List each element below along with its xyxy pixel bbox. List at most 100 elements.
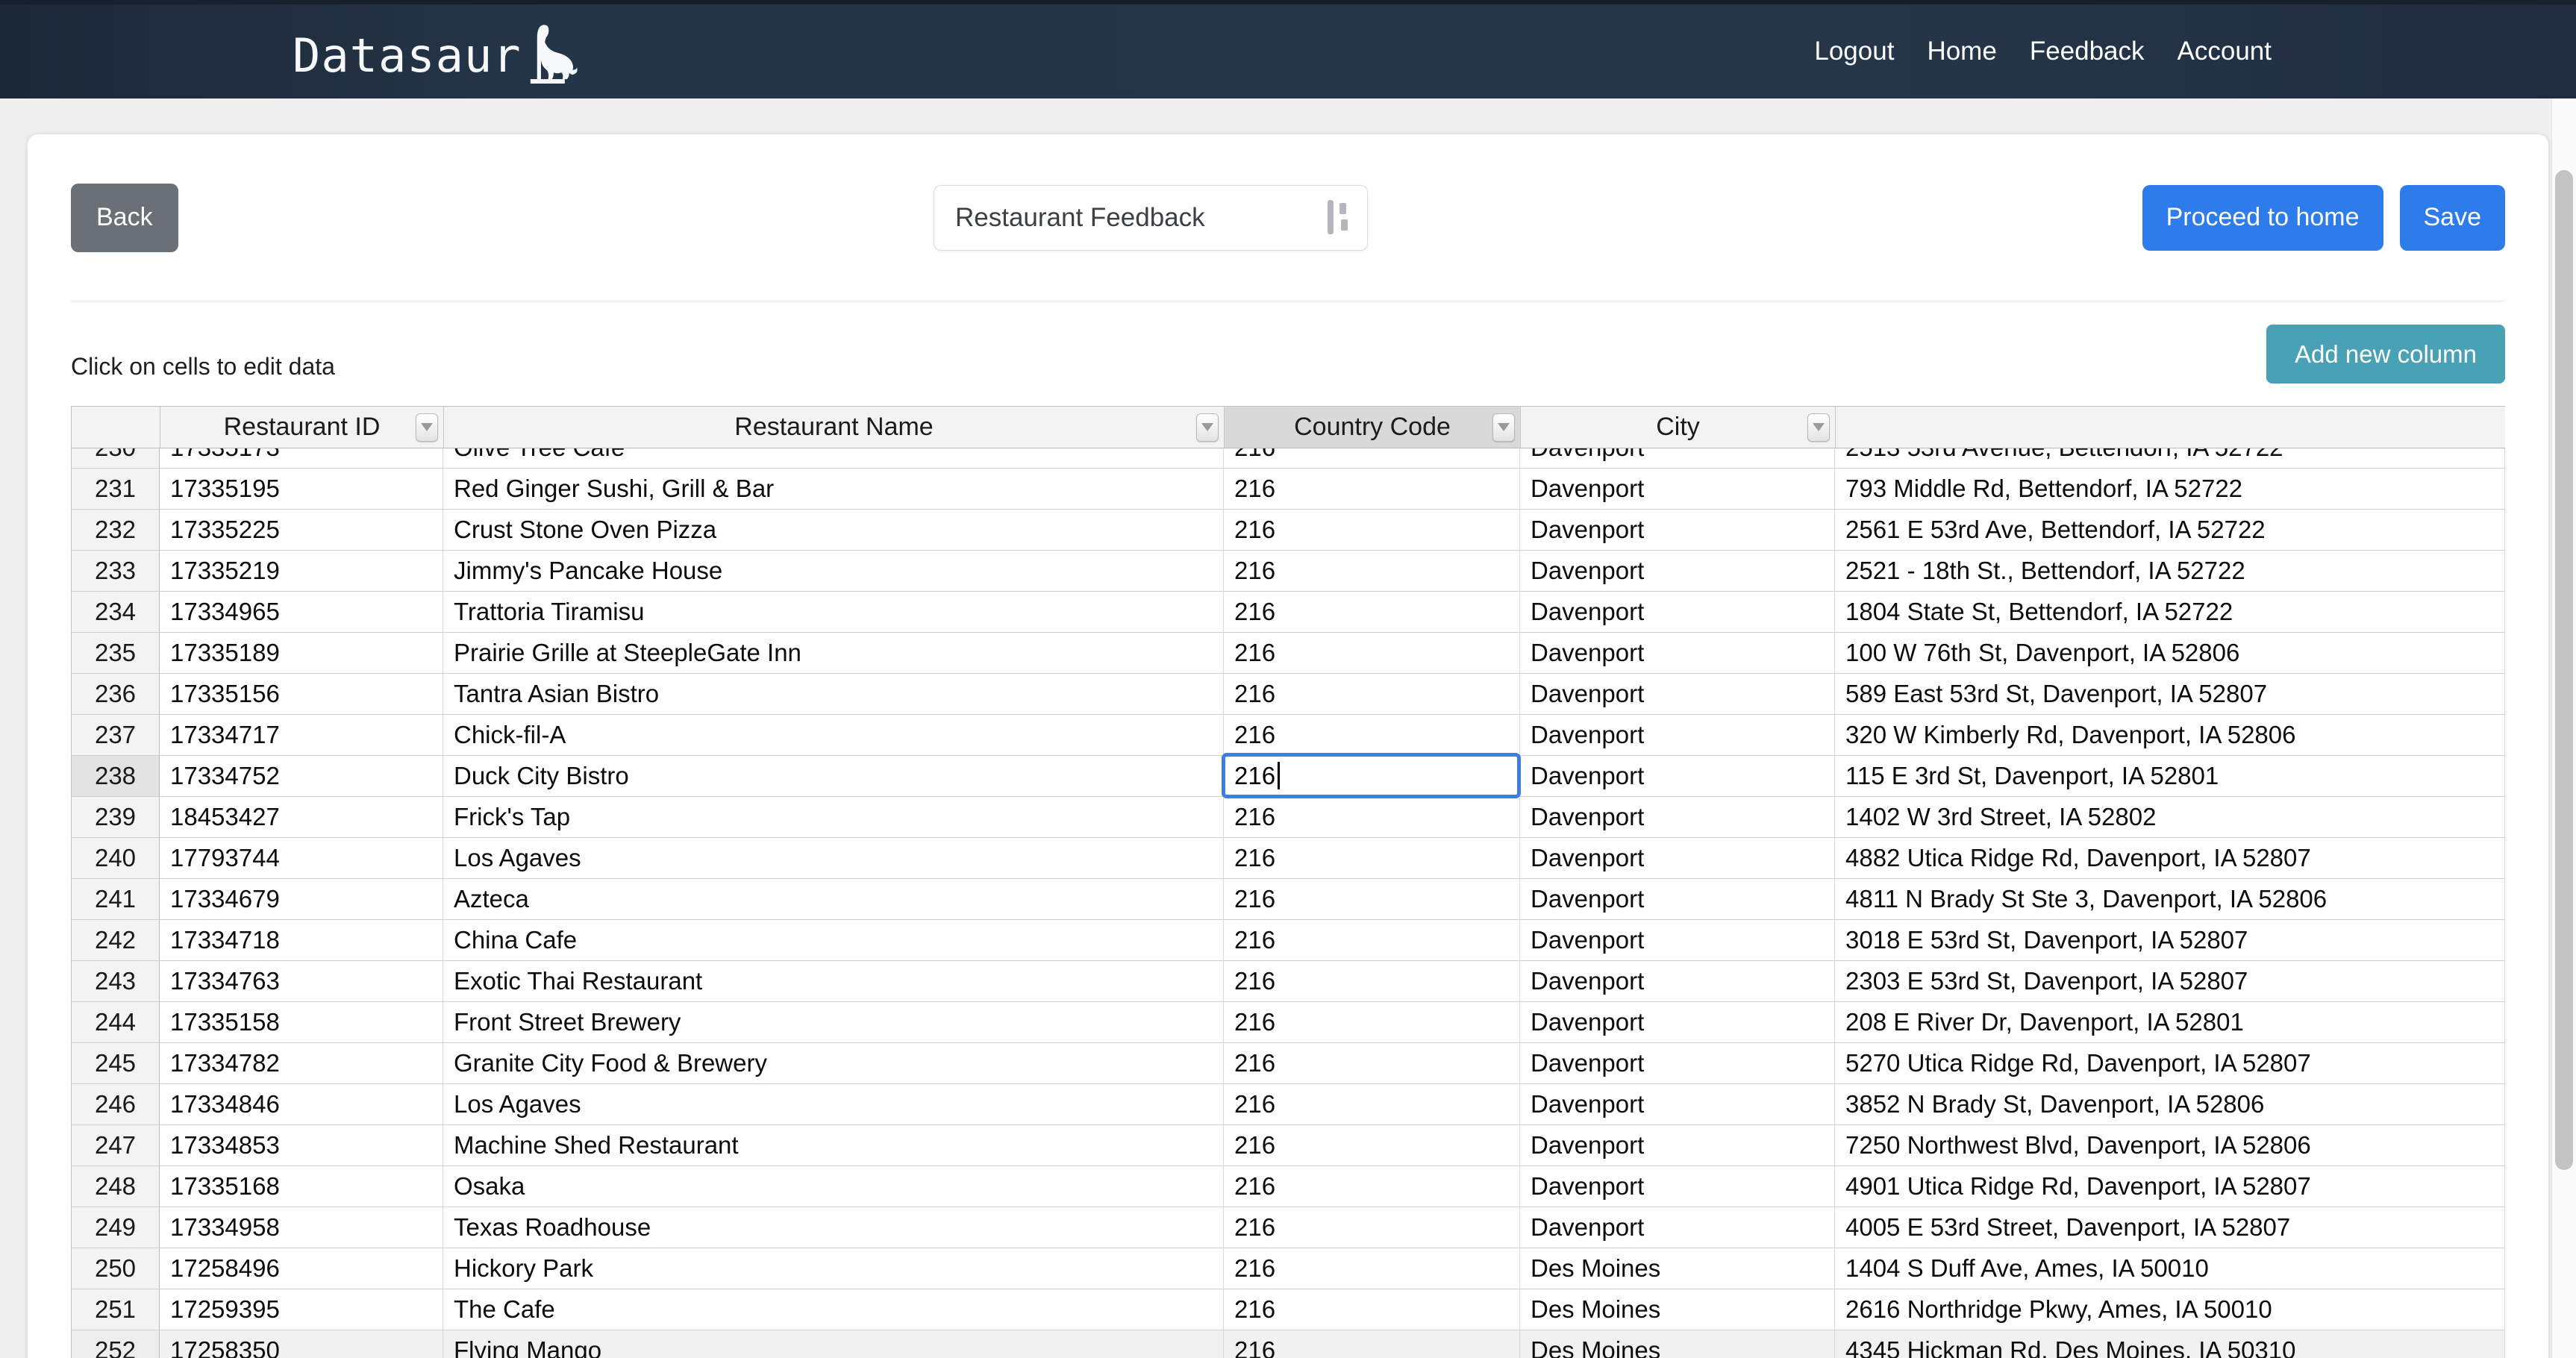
cell-restaurant-name[interactable]: Texas Roadhouse	[443, 1207, 1224, 1248]
cell-country-code[interactable]: 216	[1224, 879, 1520, 920]
row-number[interactable]: 235	[71, 633, 160, 674]
cell-city[interactable]: Davenport	[1520, 469, 1835, 510]
save-button[interactable]: Save	[2400, 185, 2506, 251]
cell-restaurant-name[interactable]: Jimmy's Pancake House	[443, 551, 1224, 592]
cell-restaurant-name[interactable]: Hickory Park	[443, 1248, 1224, 1289]
cell-restaurant-id[interactable]: 17334718	[160, 920, 443, 961]
cell-country-code[interactable]: 216	[1224, 715, 1520, 756]
cell-editor[interactable]: 216	[1222, 753, 1521, 798]
cell-restaurant-name[interactable]: Los Agaves	[443, 838, 1224, 879]
cell-restaurant-id[interactable]: 17793744	[160, 838, 443, 879]
cell-address[interactable]: 1402 W 3rd Street, IA 52802	[1835, 797, 2505, 838]
row-number[interactable]: 239	[71, 797, 160, 838]
cell-city[interactable]: Davenport	[1520, 1125, 1835, 1166]
cell-country-code[interactable]: 216	[1224, 838, 1520, 879]
row-number[interactable]: 246	[71, 1084, 160, 1125]
cell-city[interactable]: Davenport	[1520, 551, 1835, 592]
cell-restaurant-name[interactable]: Granite City Food & Brewery	[443, 1043, 1224, 1084]
cell-address[interactable]: 2616 Northridge Pkwy, Ames, IA 50010	[1835, 1289, 2505, 1330]
row-number[interactable]: 237	[71, 715, 160, 756]
cell-address[interactable]: 4005 E 53rd Street, Davenport, IA 52807	[1835, 1207, 2505, 1248]
column-header-blank[interactable]	[1836, 407, 2505, 448]
cell-address[interactable]: 3852 N Brady St, Davenport, IA 52806	[1835, 1084, 2505, 1125]
cell-restaurant-id[interactable]: 17334853	[160, 1125, 443, 1166]
cell-city[interactable]: Des Moines	[1520, 1330, 1835, 1358]
cell-address[interactable]: 320 W Kimberly Rd, Davenport, IA 52806	[1835, 715, 2505, 756]
row-number[interactable]: 236	[71, 674, 160, 715]
row-number[interactable]: 250	[71, 1248, 160, 1289]
cell-address[interactable]: 589 East 53rd St, Davenport, IA 52807	[1835, 674, 2505, 715]
column-header-city[interactable]: City	[1521, 407, 1836, 448]
filter-dropdown-button[interactable]	[1492, 413, 1515, 442]
cell-restaurant-name[interactable]: Azteca	[443, 879, 1224, 920]
cell-city[interactable]: Davenport	[1520, 715, 1835, 756]
cell-address[interactable]: 4882 Utica Ridge Rd, Davenport, IA 52807	[1835, 838, 2505, 879]
cell-restaurant-name[interactable]: Chick-fil-A	[443, 715, 1224, 756]
cell-address[interactable]: 1404 S Duff Ave, Ames, IA 50010	[1835, 1248, 2505, 1289]
cell-city[interactable]: Davenport	[1520, 961, 1835, 1002]
cell-address[interactable]: 793 Middle Rd, Bettendorf, IA 52722	[1835, 469, 2505, 510]
nav-link-feedback[interactable]: Feedback	[2030, 37, 2145, 66]
cell-country-code[interactable]: 216	[1224, 1248, 1520, 1289]
cell-country-code[interactable]: 216	[1224, 1125, 1520, 1166]
cell-restaurant-id[interactable]: 17334846	[160, 1084, 443, 1125]
row-number[interactable]: 251	[71, 1289, 160, 1330]
cell-restaurant-name[interactable]: Duck City Bistro	[443, 756, 1224, 797]
cell-city[interactable]: Davenport	[1520, 879, 1835, 920]
row-number[interactable]: 241	[71, 879, 160, 920]
cell-address[interactable]: 4901 Utica Ridge Rd, Davenport, IA 52807	[1835, 1166, 2505, 1207]
cell-city[interactable]: Davenport	[1520, 510, 1835, 551]
row-number[interactable]: 240	[71, 838, 160, 879]
row-number[interactable]: 234	[71, 592, 160, 633]
cell-restaurant-name[interactable]: The Cafe	[443, 1289, 1224, 1330]
brand[interactable]: Datasaur	[293, 19, 584, 84]
cell-address[interactable]: 2513 53rd Avenue, Bettendorf, IA 52722	[1835, 448, 2505, 469]
cell-restaurant-name[interactable]: Front Street Brewery	[443, 1002, 1224, 1043]
row-number[interactable]: 233	[71, 551, 160, 592]
column-header-restaurant-id[interactable]: Restaurant ID	[160, 407, 444, 448]
filter-dropdown-button[interactable]	[416, 413, 438, 442]
cell-restaurant-id[interactable]: 17258496	[160, 1248, 443, 1289]
scrollbar-thumb[interactable]	[2555, 170, 2573, 1170]
cell-address[interactable]: 4811 N Brady St Ste 3, Davenport, IA 528…	[1835, 879, 2505, 920]
cell-restaurant-id[interactable]: 17335189	[160, 633, 443, 674]
cell-city[interactable]: Davenport	[1520, 756, 1835, 797]
cell-restaurant-name[interactable]: Machine Shed Restaurant	[443, 1125, 1224, 1166]
cell-restaurant-name[interactable]: Red Ginger Sushi, Grill & Bar	[443, 469, 1224, 510]
cell-country-code[interactable]: 216	[1224, 1166, 1520, 1207]
back-button[interactable]: Back	[71, 184, 178, 252]
cell-city[interactable]: Davenport	[1520, 1043, 1835, 1084]
cell-restaurant-name[interactable]: Olive Tree Cafe	[443, 448, 1224, 469]
cell-city[interactable]: Des Moines	[1520, 1248, 1835, 1289]
cell-city[interactable]: Davenport	[1520, 838, 1835, 879]
filter-dropdown-button[interactable]	[1196, 413, 1219, 442]
cell-restaurant-id[interactable]: 17335173	[160, 448, 443, 469]
cell-restaurant-name[interactable]: Osaka	[443, 1166, 1224, 1207]
row-number[interactable]: 244	[71, 1002, 160, 1043]
cell-restaurant-id[interactable]: 17335158	[160, 1002, 443, 1043]
row-number[interactable]: 232	[71, 510, 160, 551]
cell-restaurant-id[interactable]: 17335168	[160, 1166, 443, 1207]
cell-country-code[interactable]: 216	[1224, 633, 1520, 674]
cell-restaurant-id[interactable]: 17335195	[160, 469, 443, 510]
cell-country-code[interactable]: 216	[1224, 1289, 1520, 1330]
nav-link-account[interactable]: Account	[2178, 37, 2272, 66]
cell-restaurant-id[interactable]: 17334763	[160, 961, 443, 1002]
cell-city[interactable]: Des Moines	[1520, 1289, 1835, 1330]
cell-city[interactable]: Davenport	[1520, 448, 1835, 469]
row-number[interactable]: 247	[71, 1125, 160, 1166]
cell-restaurant-name[interactable]: Frick's Tap	[443, 797, 1224, 838]
row-number[interactable]: 242	[71, 920, 160, 961]
cell-address[interactable]: 100 W 76th St, Davenport, IA 52806	[1835, 633, 2505, 674]
cell-country-code[interactable]: 216	[1224, 592, 1520, 633]
cell-restaurant-name[interactable]: Tantra Asian Bistro	[443, 674, 1224, 715]
cell-country-code[interactable]: 216	[1224, 448, 1520, 469]
cell-address[interactable]: 7250 Northwest Blvd, Davenport, IA 52806	[1835, 1125, 2505, 1166]
cell-restaurant-id[interactable]: 17335225	[160, 510, 443, 551]
row-number[interactable]: 252	[71, 1330, 160, 1358]
row-number[interactable]: 238	[71, 756, 160, 797]
cell-country-code[interactable]: 216	[1224, 756, 1520, 797]
cell-city[interactable]: Davenport	[1520, 920, 1835, 961]
column-header-restaurant-name[interactable]: Restaurant Name	[444, 407, 1225, 448]
cell-city[interactable]: Davenport	[1520, 592, 1835, 633]
